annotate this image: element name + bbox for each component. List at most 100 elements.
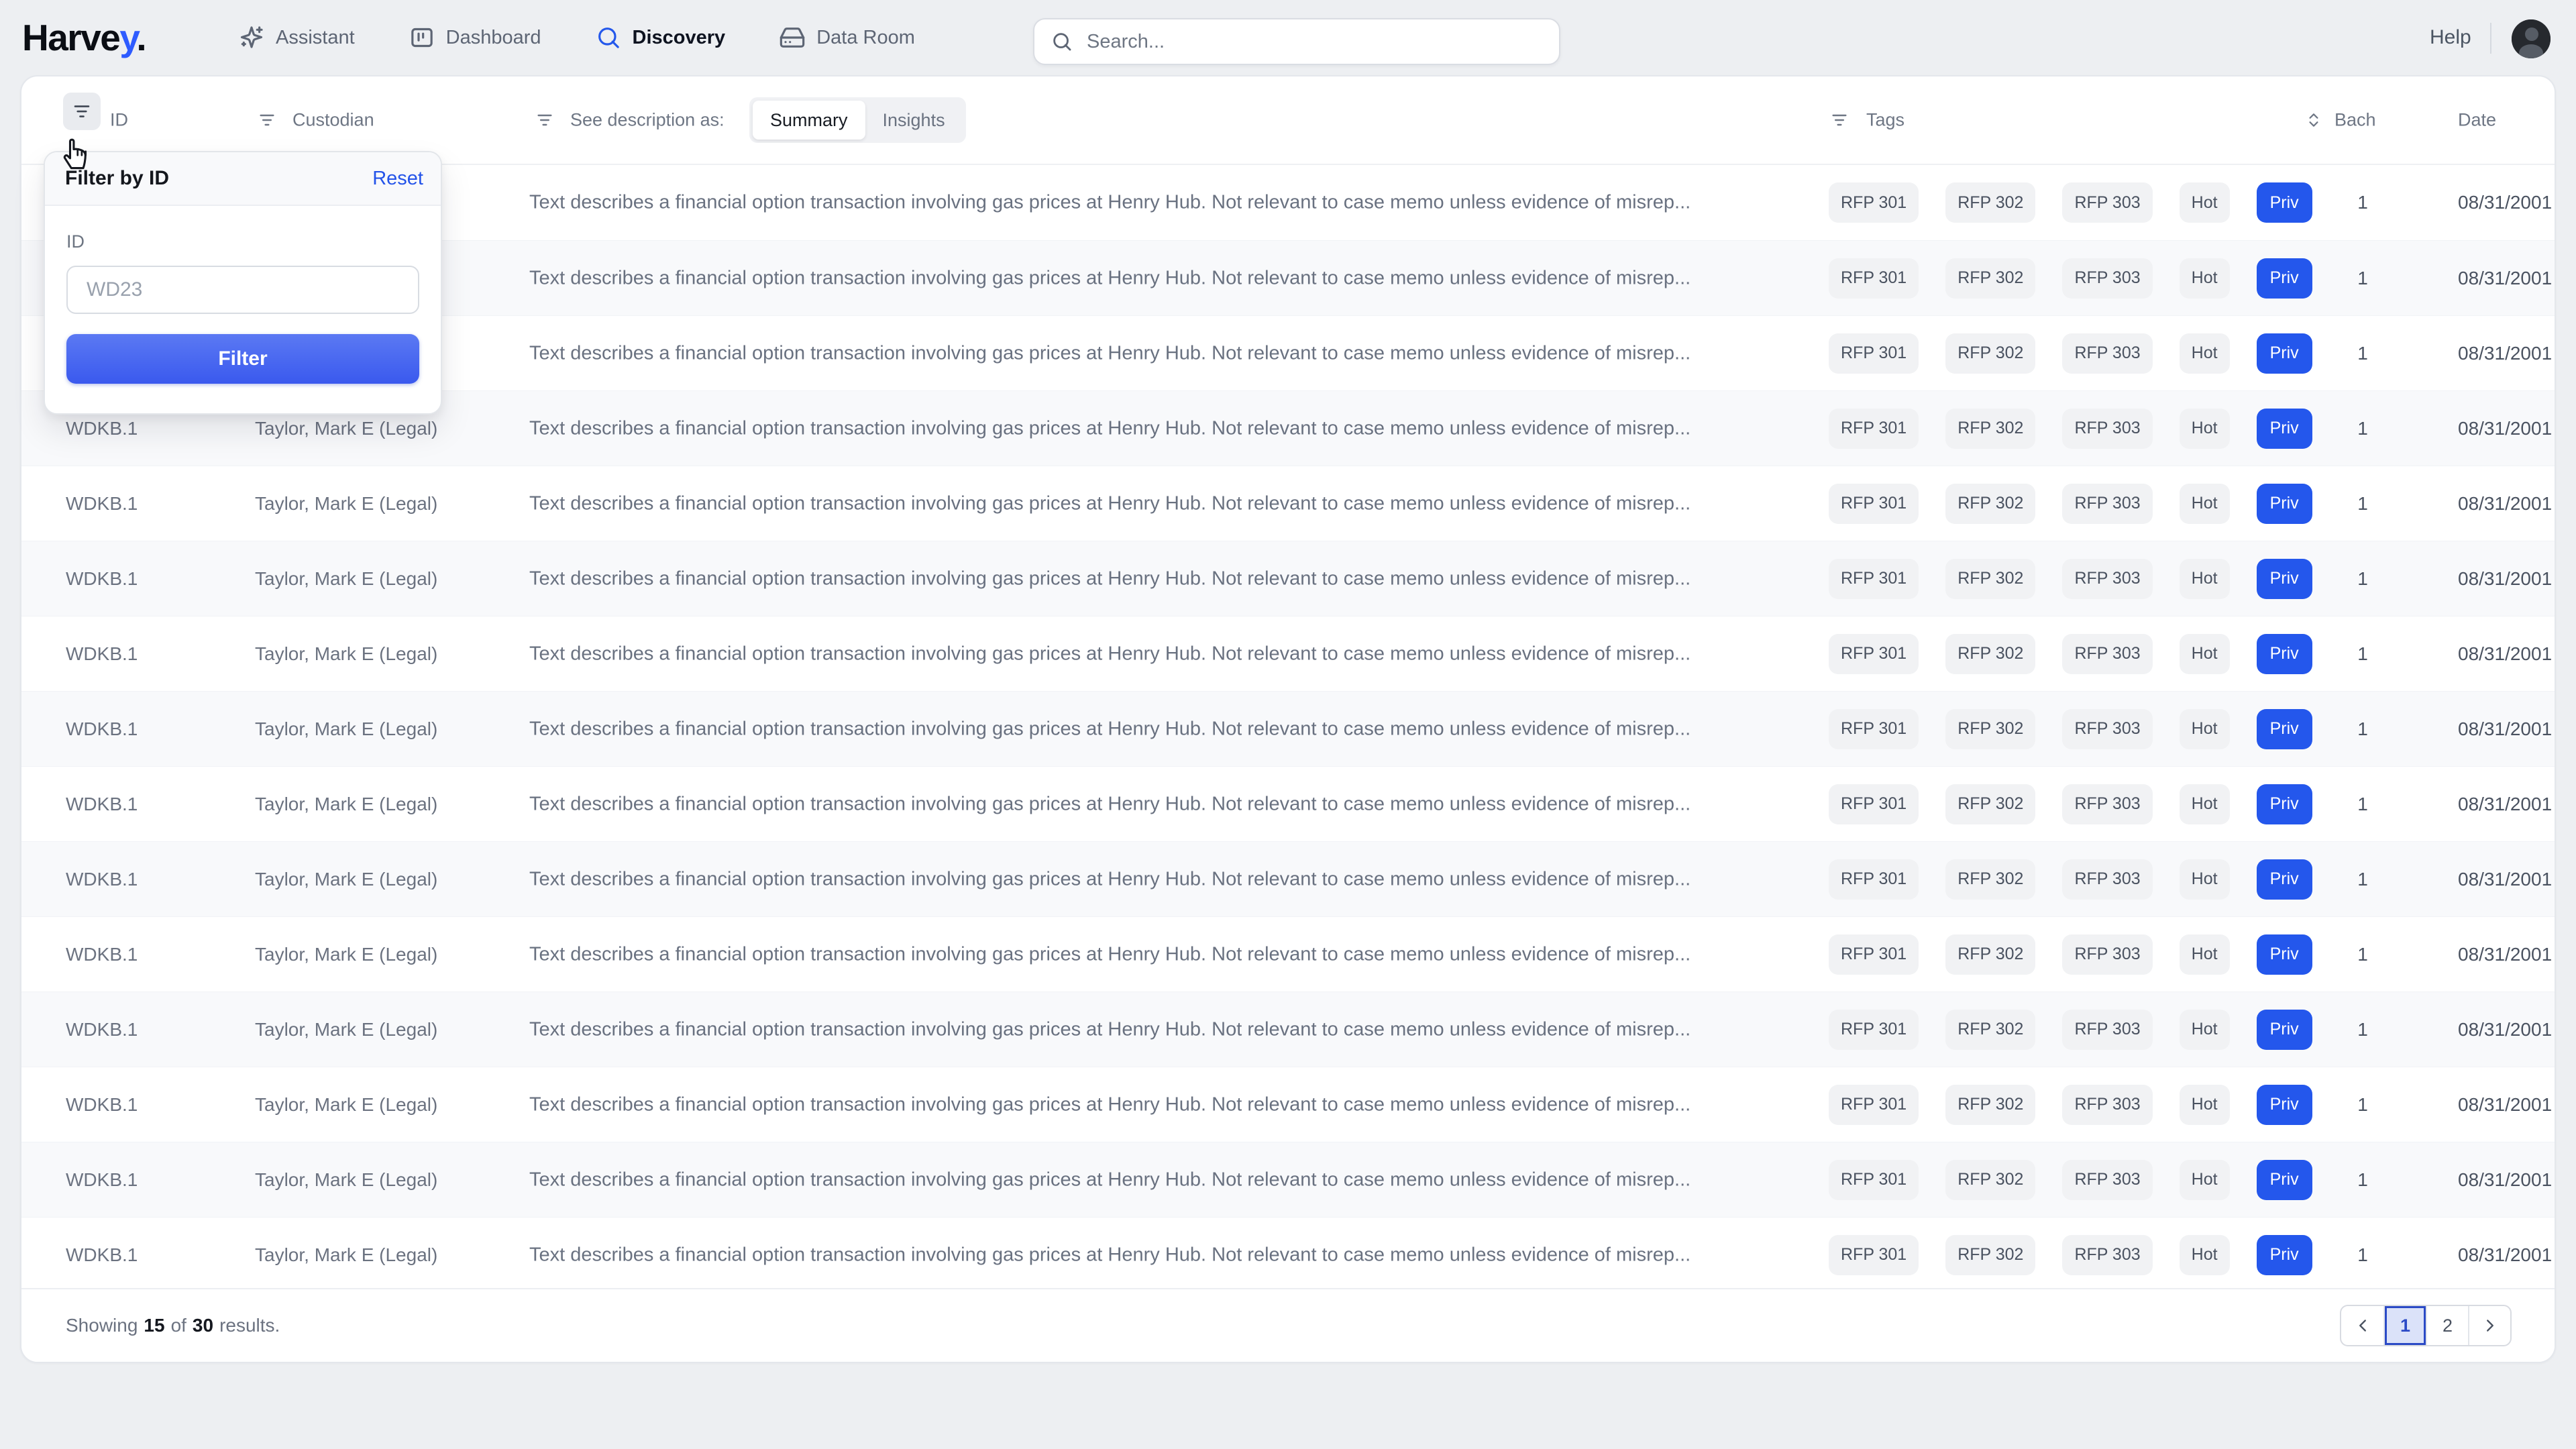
table-row[interactable]: WDKB.1Taylor, Mark E (Legal)Text describ… — [21, 1067, 2555, 1142]
tag-badge-priv: Priv — [2257, 634, 2312, 674]
table-row[interactable]: WDKB.1Taylor, Mark E (Legal)Text describ… — [21, 1142, 2555, 1217]
tag-badge-priv: Priv — [2257, 333, 2312, 374]
tag-badge-hot: Hot — [2180, 182, 2230, 223]
list-filter-icon — [1830, 111, 1849, 129]
row-description-cell: Text describes a financial option transa… — [529, 1244, 1690, 1266]
brand-logo[interactable]: Harvey. — [22, 16, 146, 59]
row-date-cell: 08/31/2001 — [2458, 718, 2552, 740]
filter-reset-button[interactable]: Reset — [372, 168, 423, 190]
tag-badge-rfp-302: RFP 302 — [1945, 333, 2035, 374]
segment-summary[interactable]: Summary — [753, 101, 865, 140]
row-batch-cell: 1 — [2316, 1244, 2410, 1266]
global-search[interactable] — [1033, 18, 1560, 65]
row-id-cell: WDKB.1 — [66, 493, 138, 515]
tag-badge-rfp-302: RFP 302 — [1945, 559, 2035, 599]
tag-badge-priv: Priv — [2257, 258, 2312, 299]
custodian-filter-button[interactable] — [258, 111, 276, 129]
tag-badge-rfp-302: RFP 302 — [1945, 1160, 2035, 1200]
row-id-cell: WDKB.1 — [66, 1094, 138, 1116]
tag-badge-rfp-303: RFP 303 — [2062, 1160, 2152, 1200]
pager-page-1[interactable]: 1 — [2383, 1306, 2426, 1345]
row-date-cell: 08/31/2001 — [2458, 1019, 2552, 1040]
nav-item-discovery[interactable]: Discovery — [595, 24, 726, 51]
tag-badge-rfp-303: RFP 303 — [2062, 709, 2152, 749]
batch-sort-button[interactable] — [2305, 111, 2322, 129]
row-id-cell: WDKB.1 — [66, 1019, 138, 1040]
chevron-right-icon — [2480, 1316, 2500, 1336]
nav-item-assistant[interactable]: Assistant — [238, 24, 355, 51]
tags-filter-button[interactable] — [1830, 111, 1849, 129]
row-custodian-cell: Taylor, Mark E (Legal) — [255, 794, 437, 815]
table-footer: Showing 15 of 30 results. 12 — [21, 1288, 2555, 1362]
tag-badge-rfp-303: RFP 303 — [2062, 484, 2152, 524]
table-row[interactable]: WDKB.1Taylor, Mark E (Legal)Text describ… — [21, 541, 2555, 616]
row-batch-cell: 1 — [2316, 643, 2410, 665]
table-row[interactable]: WDKB.1Taylor, Mark E (Legal)Text describ… — [21, 691, 2555, 766]
row-custodian-cell: Taylor, Mark E (Legal) — [255, 643, 437, 665]
pager-page-2[interactable]: 2 — [2426, 1306, 2468, 1345]
filter-popup-body: ID Filter — [45, 206, 441, 413]
search-input[interactable] — [1085, 30, 1543, 54]
nav-item-data-room[interactable]: Data Room — [779, 24, 915, 51]
segment-insights[interactable]: Insights — [865, 101, 963, 140]
filter-field-label: ID — [66, 231, 419, 252]
pager-chevron-left-button[interactable] — [2341, 1306, 2383, 1345]
row-batch-cell: 1 — [2316, 1094, 2410, 1116]
tag-badge-priv: Priv — [2257, 1235, 2312, 1275]
table-row[interactable]: WDKB.1Taylor, Mark E (Legal)Text describ… — [21, 766, 2555, 841]
column-header-description: See description as: — [570, 110, 724, 131]
tag-badge-priv: Priv — [2257, 484, 2312, 524]
tag-badge-rfp-302: RFP 302 — [1945, 1085, 2035, 1125]
row-batch-cell: 1 — [2316, 192, 2410, 213]
tag-badge-rfp-303: RFP 303 — [2062, 784, 2152, 824]
row-description-cell: Text describes a financial option transa… — [529, 1018, 1690, 1040]
filter-id-input[interactable] — [66, 266, 419, 314]
tag-badge-hot: Hot — [2180, 934, 2230, 975]
user-avatar[interactable] — [2512, 19, 2551, 58]
tag-badge-rfp-302: RFP 302 — [1945, 258, 2035, 299]
description-filter-button[interactable] — [535, 111, 554, 129]
row-date-cell: 08/31/2001 — [2458, 192, 2552, 213]
filter-apply-button[interactable]: Filter — [66, 334, 419, 384]
results-summary-prefix: Showing — [66, 1315, 138, 1336]
table-row[interactable]: WDKB.1Taylor, Mark E (Legal)Text describ… — [21, 1217, 2555, 1292]
row-description-cell: Text describes a financial option transa… — [529, 568, 1690, 590]
filter-popup-header: Filter by ID Reset — [45, 152, 441, 206]
row-date-cell: 08/31/2001 — [2458, 493, 2552, 515]
nav-item-dashboard[interactable]: Dashboard — [409, 24, 541, 51]
tag-badge-hot: Hot — [2180, 1010, 2230, 1050]
tag-badge-rfp-301: RFP 301 — [1829, 258, 1919, 299]
tag-badge-priv: Priv — [2257, 409, 2312, 449]
tag-badge-hot: Hot — [2180, 859, 2230, 900]
sparkles-icon — [238, 24, 265, 51]
row-description-cell: Text describes a financial option transa… — [529, 718, 1690, 740]
column-header-batch: Bach — [2334, 110, 2376, 131]
row-tags-cell: RFP 301RFP 302RFP 303HotPriv — [1829, 258, 2312, 299]
tag-badge-priv: Priv — [2257, 559, 2312, 599]
help-link[interactable]: Help — [2430, 26, 2471, 49]
row-description-cell: Text describes a financial option transa… — [529, 1093, 1690, 1116]
tag-badge-rfp-301: RFP 301 — [1829, 784, 1919, 824]
tag-badge-hot: Hot — [2180, 409, 2230, 449]
logo-text: Harve — [22, 17, 119, 58]
row-batch-cell: 1 — [2316, 944, 2410, 965]
row-id-cell: WDKB.1 — [66, 944, 138, 965]
filter-popup-title: Filter by ID — [65, 167, 169, 190]
row-tags-cell: RFP 301RFP 302RFP 303HotPriv — [1829, 559, 2312, 599]
table-row[interactable]: WDKB.1Taylor, Mark E (Legal)Text describ… — [21, 466, 2555, 541]
table-row[interactable]: WDKB.1Taylor, Mark E (Legal)Text describ… — [21, 841, 2555, 916]
tag-badge-rfp-303: RFP 303 — [2062, 333, 2152, 374]
tag-badge-rfp-303: RFP 303 — [2062, 258, 2152, 299]
tag-badge-rfp-303: RFP 303 — [2062, 634, 2152, 674]
pager-chevron-right-button[interactable] — [2468, 1306, 2510, 1345]
results-total: 30 — [193, 1315, 213, 1336]
row-custodian-cell: Taylor, Mark E (Legal) — [255, 1169, 437, 1191]
table-row[interactable]: WDKB.1Taylor, Mark E (Legal)Text describ… — [21, 616, 2555, 691]
id-filter-button[interactable] — [63, 93, 101, 130]
row-custodian-cell: Taylor, Mark E (Legal) — [255, 568, 437, 590]
table-row[interactable]: WDKB.1Taylor, Mark E (Legal)Text describ… — [21, 991, 2555, 1067]
nav-item-label: Assistant — [276, 27, 355, 49]
row-batch-cell: 1 — [2316, 493, 2410, 515]
tag-badge-rfp-301: RFP 301 — [1829, 1160, 1919, 1200]
table-row[interactable]: WDKB.1Taylor, Mark E (Legal)Text describ… — [21, 916, 2555, 991]
